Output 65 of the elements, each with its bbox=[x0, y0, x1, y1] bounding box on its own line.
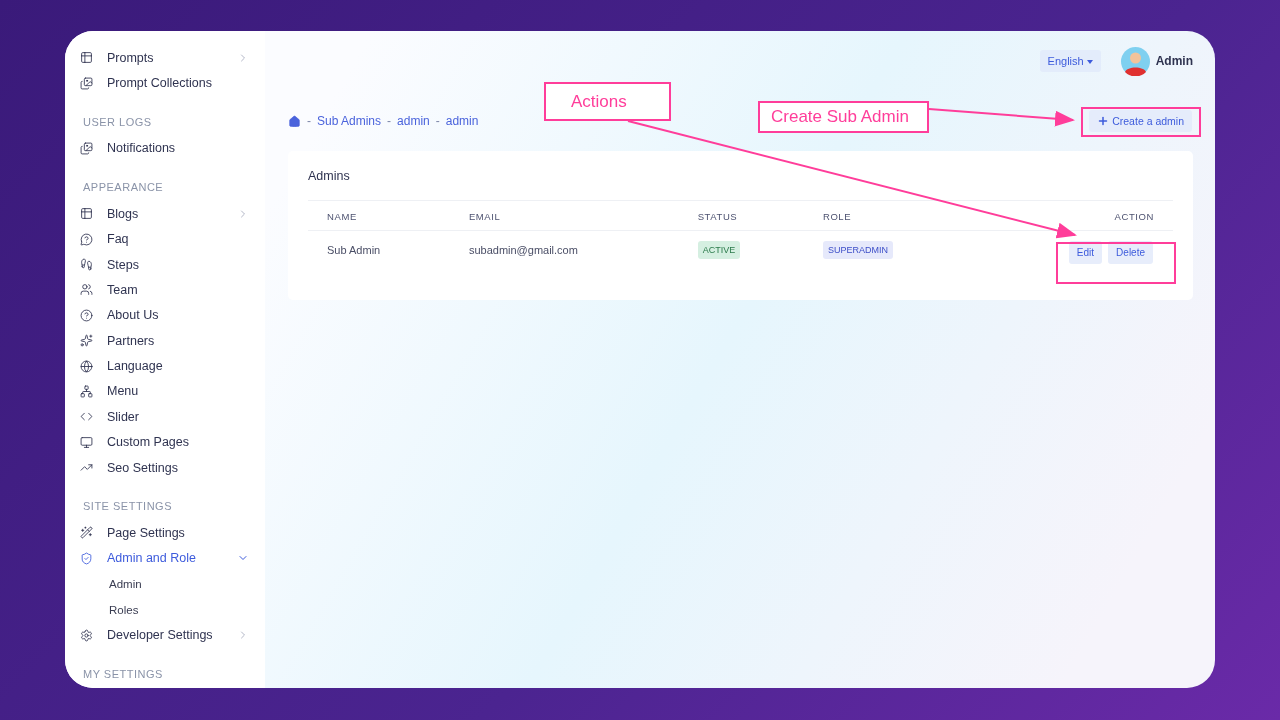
user-name: Admin bbox=[1155, 54, 1193, 68]
breadcrumb-link[interactable]: Sub Admins bbox=[317, 114, 382, 128]
annotation-label: Actions bbox=[544, 82, 671, 121]
sidebar-item[interactable]: Seo Settings bbox=[65, 454, 265, 481]
card-title: Admins bbox=[308, 169, 351, 183]
images-icon bbox=[80, 141, 93, 155]
sidebar-item[interactable]: Custom Pages bbox=[65, 429, 265, 455]
sidebar-item[interactable]: Language bbox=[65, 353, 265, 379]
breadcrumb-link[interactable]: admin bbox=[445, 114, 479, 128]
edit-button[interactable]: Edit bbox=[1068, 241, 1103, 264]
column-header: ACTION bbox=[972, 200, 1173, 231]
sidebar-item[interactable]: Notifications bbox=[65, 135, 265, 162]
breadcrumb-link[interactable]: admin bbox=[397, 114, 430, 128]
table-cell: Sub Admin bbox=[308, 230, 450, 278]
sidebar-item[interactable]: Admin and Role bbox=[65, 545, 265, 571]
column-header: NAME bbox=[308, 200, 450, 231]
delete-button[interactable]: Delete bbox=[1108, 241, 1153, 264]
role-badge: SUPERADMIN bbox=[822, 241, 893, 259]
column-header: ROLE bbox=[803, 200, 972, 231]
help-icon bbox=[80, 308, 93, 322]
section-title: SITE SETTINGS bbox=[83, 500, 173, 513]
section-title: APPEARANCE bbox=[83, 181, 165, 194]
column-header: EMAIL bbox=[449, 200, 679, 231]
submenu-item[interactable]: Admin bbox=[65, 571, 265, 597]
sidebar-item[interactable]: Slider bbox=[65, 404, 265, 430]
sidebar-item[interactable]: Partners bbox=[65, 328, 265, 354]
sidebar-item[interactable]: Faq bbox=[65, 226, 265, 252]
table-icon bbox=[80, 207, 93, 221]
footprints-icon bbox=[80, 258, 93, 272]
sparkles-icon bbox=[80, 334, 93, 348]
plus-icon bbox=[1097, 115, 1110, 127]
breadcrumb-separator: - bbox=[387, 114, 392, 128]
sidebar-item[interactable]: Blogs bbox=[65, 201, 265, 227]
sidebar-item[interactable]: Developer Settings bbox=[65, 622, 265, 649]
table-icon bbox=[80, 51, 93, 65]
settings-icon bbox=[80, 628, 93, 642]
question-bubble-icon bbox=[80, 232, 93, 246]
globe-icon bbox=[80, 359, 93, 373]
magic-wand-icon bbox=[80, 526, 93, 540]
column-header: STATUS bbox=[678, 200, 804, 231]
table-cell: subadmin@gmail.com bbox=[449, 230, 679, 278]
submenu-item[interactable]: Roles bbox=[65, 596, 265, 623]
people-icon bbox=[80, 283, 93, 297]
network-icon bbox=[80, 384, 93, 398]
avatar bbox=[1120, 46, 1150, 76]
sidebar-item[interactable]: Team bbox=[65, 277, 265, 303]
language-dropdown[interactable]: English bbox=[1039, 50, 1101, 72]
create-button[interactable]: Create a admin bbox=[1089, 110, 1192, 132]
sidebar-item[interactable]: Menu bbox=[65, 378, 265, 405]
section-title: USER LOGS bbox=[83, 115, 153, 128]
status-badge: ACTIVE bbox=[697, 241, 741, 259]
images-icon bbox=[80, 76, 93, 90]
breadcrumb-separator: - bbox=[307, 114, 311, 128]
breadcrumb-separator: - bbox=[435, 114, 440, 128]
home-icon[interactable] bbox=[288, 114, 301, 128]
caret-icon bbox=[1086, 60, 1093, 65]
monitor-icon bbox=[80, 435, 93, 449]
sidebar-item[interactable]: About Us bbox=[65, 302, 265, 328]
shield-icon bbox=[80, 551, 93, 565]
sidebar-item[interactable]: Prompt Collections bbox=[65, 70, 265, 96]
section-title: MY SETTINGS bbox=[83, 668, 164, 681]
sidebar-item[interactable]: Page Settings bbox=[65, 520, 265, 546]
sidebar-item[interactable]: Steps bbox=[65, 251, 265, 278]
annotation-label: Create Sub Admin bbox=[758, 101, 929, 133]
sidebar-item[interactable]: Prompts bbox=[65, 45, 265, 71]
